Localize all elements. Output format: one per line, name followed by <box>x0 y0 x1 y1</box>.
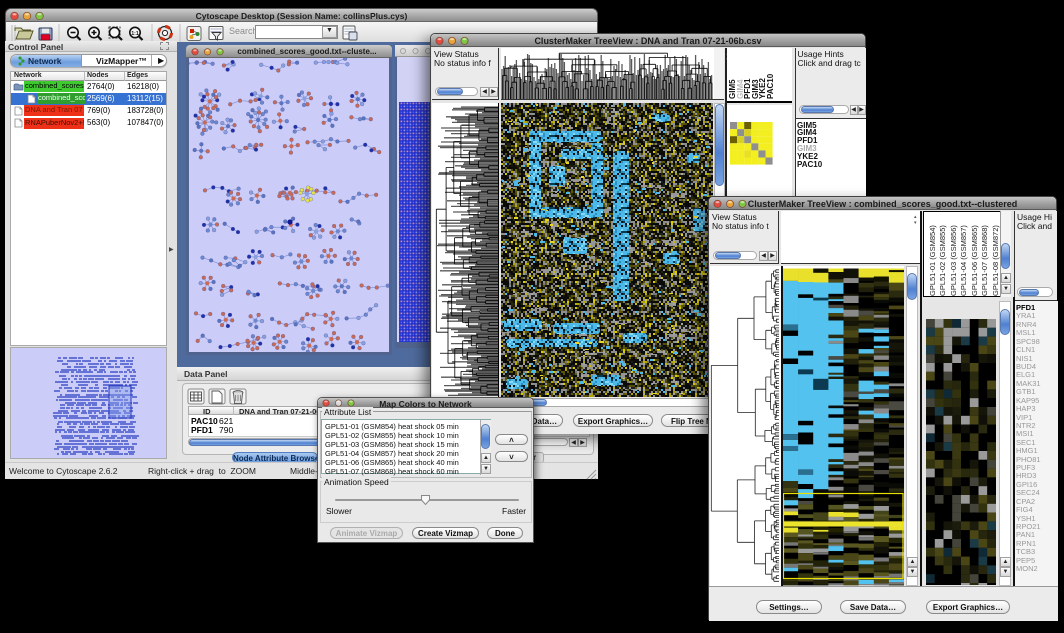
svg-text:1:1: 1:1 <box>131 31 138 37</box>
